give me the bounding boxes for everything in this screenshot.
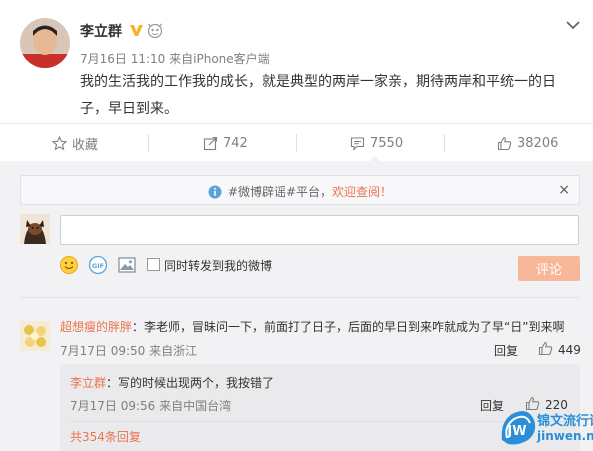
reply-text: ：写的时候出现两个，我按错了 (106, 376, 275, 390)
current-user-avatar[interactable] (20, 214, 50, 244)
like-count: 38206 (517, 135, 559, 151)
notice-content: #微博辟谣#平台，欢迎查阅！ (21, 183, 579, 202)
svg-text:GIF: GIF (92, 262, 104, 270)
view-all-replies-link[interactable]: 共354条回复 (70, 428, 141, 445)
comment-icon (350, 136, 365, 151)
weibo-post-card: 李立群 7月16日 11:10 来自iPhone客户端 我的生活我的工作我的成长… (0, 0, 593, 451)
action-bar: 收藏 742 7550 38206 (0, 123, 593, 163)
comment-input[interactable] (60, 215, 579, 245)
thumb-up-icon (497, 136, 512, 151)
vip-badge-icon[interactable] (147, 23, 163, 39)
favorite-button[interactable]: 收藏 (52, 134, 99, 153)
reply-text-line: 李立群：写的时候出现两个，我按错了 (70, 374, 274, 391)
forward-checkbox[interactable] (147, 258, 160, 271)
reply-author-name[interactable]: 李立群 (70, 376, 106, 390)
notice-banner: #微博辟谣#平台，欢迎查阅！ × (20, 175, 580, 205)
emoji-icon[interactable] (59, 255, 79, 275)
comment-like-count: 449 (558, 343, 581, 357)
like-button[interactable]: 38206 (497, 134, 558, 152)
comment-like-button[interactable]: 449 (538, 341, 581, 359)
chevron-down-icon[interactable] (564, 18, 582, 32)
comment-button[interactable]: 7550 (350, 134, 403, 152)
watermark: JW 锦文流行语 jinwen.net (498, 406, 593, 451)
star-icon (52, 135, 67, 151)
action-divider (296, 134, 297, 152)
repost-button[interactable]: 742 (203, 134, 248, 152)
post-source[interactable]: iPhone客户端 (193, 52, 270, 66)
notice-highlight[interactable]: 欢迎查阅！ (332, 185, 392, 199)
watermark-logo: JW (498, 408, 536, 446)
divider (70, 421, 570, 422)
watermark-url: jinwen.net (537, 429, 593, 443)
author-avatar[interactable] (20, 18, 70, 68)
forward-label: 同时转发到我的微博 (164, 259, 273, 273)
reply-time: 7月17日 09:56 来自中国台湾 (70, 399, 232, 413)
author-name[interactable]: 李立群 (80, 21, 122, 41)
divider (20, 297, 580, 298)
comment-text-line: 超想瘦的胖胖：李老师，冒昧问一下，前面打了日子，后面的早日到来咋就成为了早“日”… (60, 319, 585, 335)
comment-count: 7550 (370, 135, 404, 151)
post-time[interactable]: 7月16日 11:10 (80, 52, 165, 66)
image-icon[interactable] (117, 255, 137, 275)
commenter-name[interactable]: 超想瘦的胖胖 (60, 320, 132, 334)
action-divider (148, 134, 149, 152)
thumb-up-icon (538, 341, 553, 359)
notice-text[interactable]: #微博辟谣#平台， (228, 185, 332, 199)
submit-comment-button[interactable]: 评论 (518, 256, 580, 281)
watermark-site-name: 锦文流行语 (537, 414, 593, 429)
commenter-avatar[interactable] (20, 321, 50, 351)
info-icon (208, 185, 222, 202)
share-icon (203, 136, 218, 151)
gif-icon[interactable]: GIF (88, 255, 108, 275)
favorite-label: 收藏 (72, 137, 99, 153)
repost-count: 742 (223, 135, 248, 151)
comment-reply-button[interactable]: 回复 (494, 342, 518, 359)
comment-text: ：李老师，冒昧问一下，前面打了日子，后面的早日到来咋就成为了早“日”到来啊 (132, 320, 565, 334)
comment-time: 7月17日 09:50 来自浙江 (60, 344, 198, 358)
post-meta: 7月16日 11:10 来自iPhone客户端 (80, 50, 270, 67)
close-icon[interactable]: × (558, 182, 570, 198)
post-text: 我的生活我的工作我的成长，就是典型的两岸一家亲，期待两岸和平统一的日子，早日到来… (80, 74, 556, 117)
watermark-logo-text: JW (506, 424, 526, 439)
source-prefix: 来自 (169, 52, 194, 66)
action-divider (444, 134, 445, 152)
verified-v-icon (129, 23, 144, 38)
